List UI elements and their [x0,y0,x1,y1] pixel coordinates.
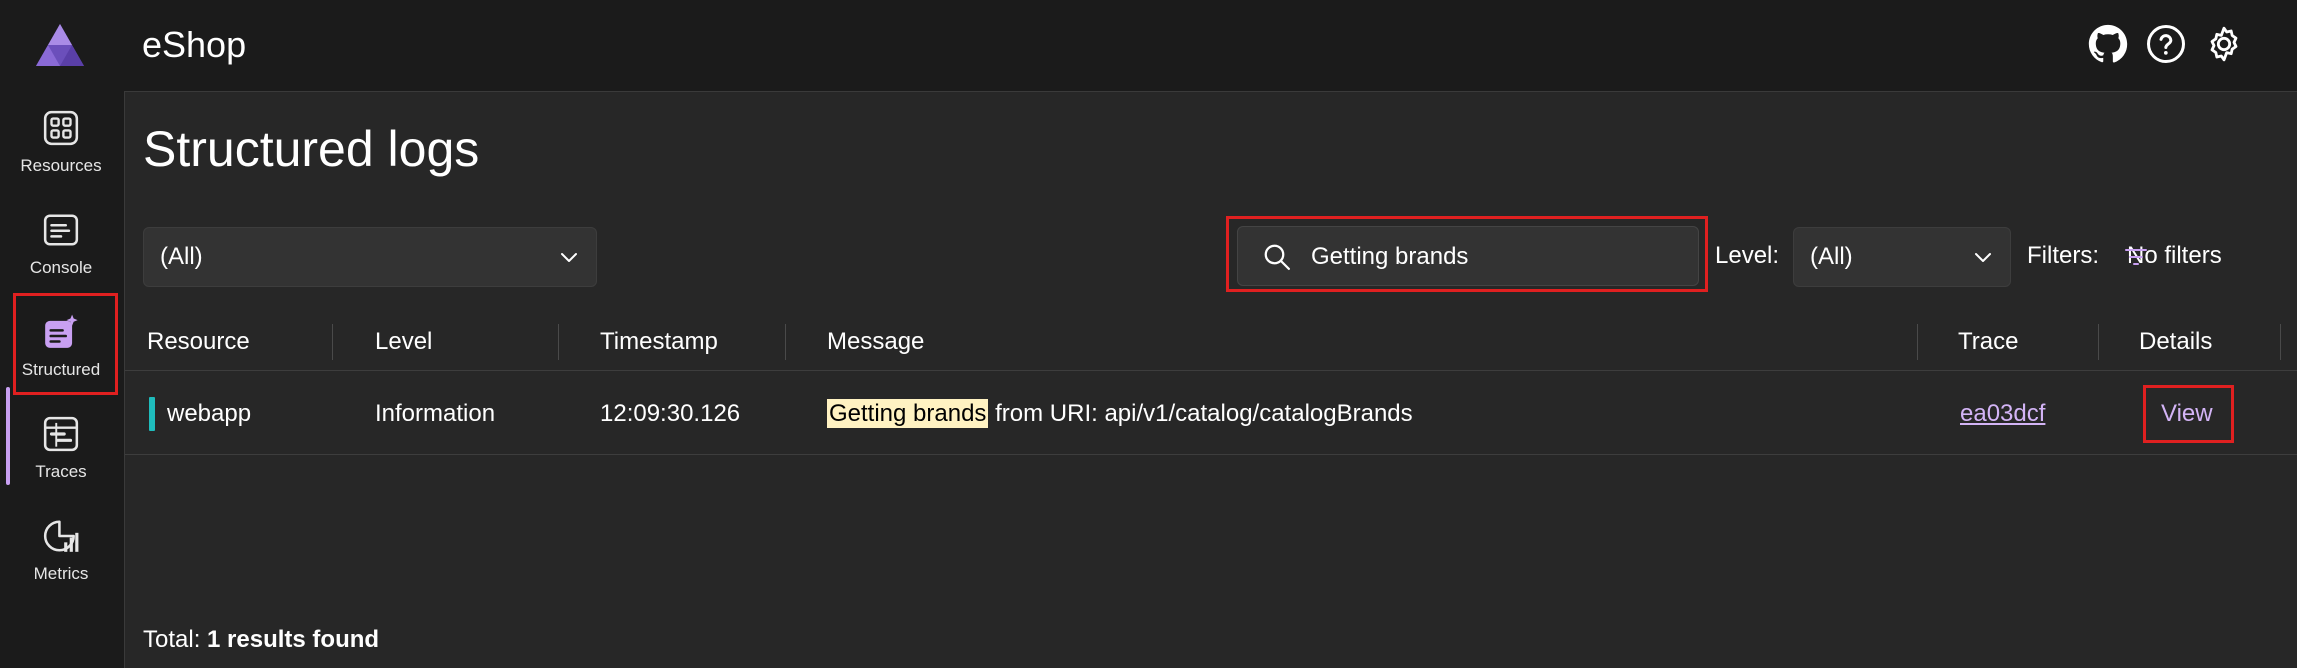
nav-item-traces[interactable]: Traces [0,397,122,497]
total-label: Total: [143,626,208,653]
nav-label: Structured [21,360,101,379]
search-input[interactable] [1311,235,1681,279]
cell-level: Information [375,400,496,427]
main-content: Structured logs (All) Level: (All) Filte… [124,91,2297,668]
app-title: eShop [142,24,247,65]
nav-label: Resources [20,156,102,175]
console-icon [43,214,79,246]
search-icon [1264,244,1290,270]
page-title: Structured logs [143,121,480,177]
nav-item-console[interactable]: Console [0,193,122,293]
nav-label: Console [29,258,93,277]
resource-color-swatch [149,397,155,431]
cell-details: View [2161,400,2213,428]
cell-resource: webapp [167,400,252,427]
trace-link[interactable]: ea03dcf [1960,400,2045,427]
search-box[interactable] [1237,226,1699,286]
results-total: Total: 1 results found [143,626,379,654]
nav-item-metrics[interactable]: Metrics [0,499,122,599]
nav-item-structured[interactable]: Structured [0,295,122,395]
level-select-value: (All) [1810,243,1853,270]
help-icon[interactable] [2146,24,2186,64]
chevron-down-icon [561,253,577,262]
view-details-link[interactable]: View [2161,400,2213,427]
level-select[interactable]: (All) [1793,227,2011,287]
column-header-details[interactable]: Details [2139,328,2212,356]
column-divider[interactable] [2280,324,2281,360]
chevron-down-icon [1975,253,1991,262]
metrics-icon [43,520,79,552]
github-icon[interactable] [2088,24,2128,64]
filter-icon[interactable] [2122,245,2150,269]
message-search-highlight: Getting brands [827,399,989,428]
row-divider [125,454,2297,455]
column-divider[interactable] [1917,324,1918,360]
resources-icon [43,110,79,146]
total-value: 1 results found [207,626,380,653]
column-header-level[interactable]: Level [375,328,432,356]
level-label: Level: [1715,242,1780,269]
cell-trace: ea03dcf [1960,400,2045,428]
column-header-message[interactable]: Message [827,328,924,356]
message-text: from URI: api/v1/catalog/catalogBrands [988,400,1413,427]
traces-icon [43,416,79,452]
column-divider[interactable] [785,324,786,360]
column-header-timestamp[interactable]: Timestamp [600,328,718,356]
top-bar: eShop [0,0,2297,91]
nav-label: Traces [35,462,87,481]
column-divider[interactable] [558,324,559,360]
column-divider[interactable] [332,324,333,360]
settings-icon[interactable] [2204,24,2244,64]
structured-icon [45,314,78,348]
cell-timestamp: 12:09:30.126 [600,400,741,427]
resource-select[interactable]: (All) [143,227,597,287]
aspire-logo-icon[interactable] [34,22,86,68]
resource-select-value: (All) [160,243,203,270]
nav-label: Metrics [33,564,89,583]
column-header-trace[interactable]: Trace [1958,328,2018,356]
column-divider[interactable] [2098,324,2099,360]
column-header-resource[interactable]: Resource [147,328,250,356]
cell-message: Getting brands from URI: api/v1/catalog/… [827,399,1413,428]
header-divider [125,370,2297,371]
side-nav: Resources Console Structured Traces Metr… [0,91,122,668]
nav-item-resources[interactable]: Resources [0,91,122,191]
filters-label: Filters: [2027,242,2099,269]
